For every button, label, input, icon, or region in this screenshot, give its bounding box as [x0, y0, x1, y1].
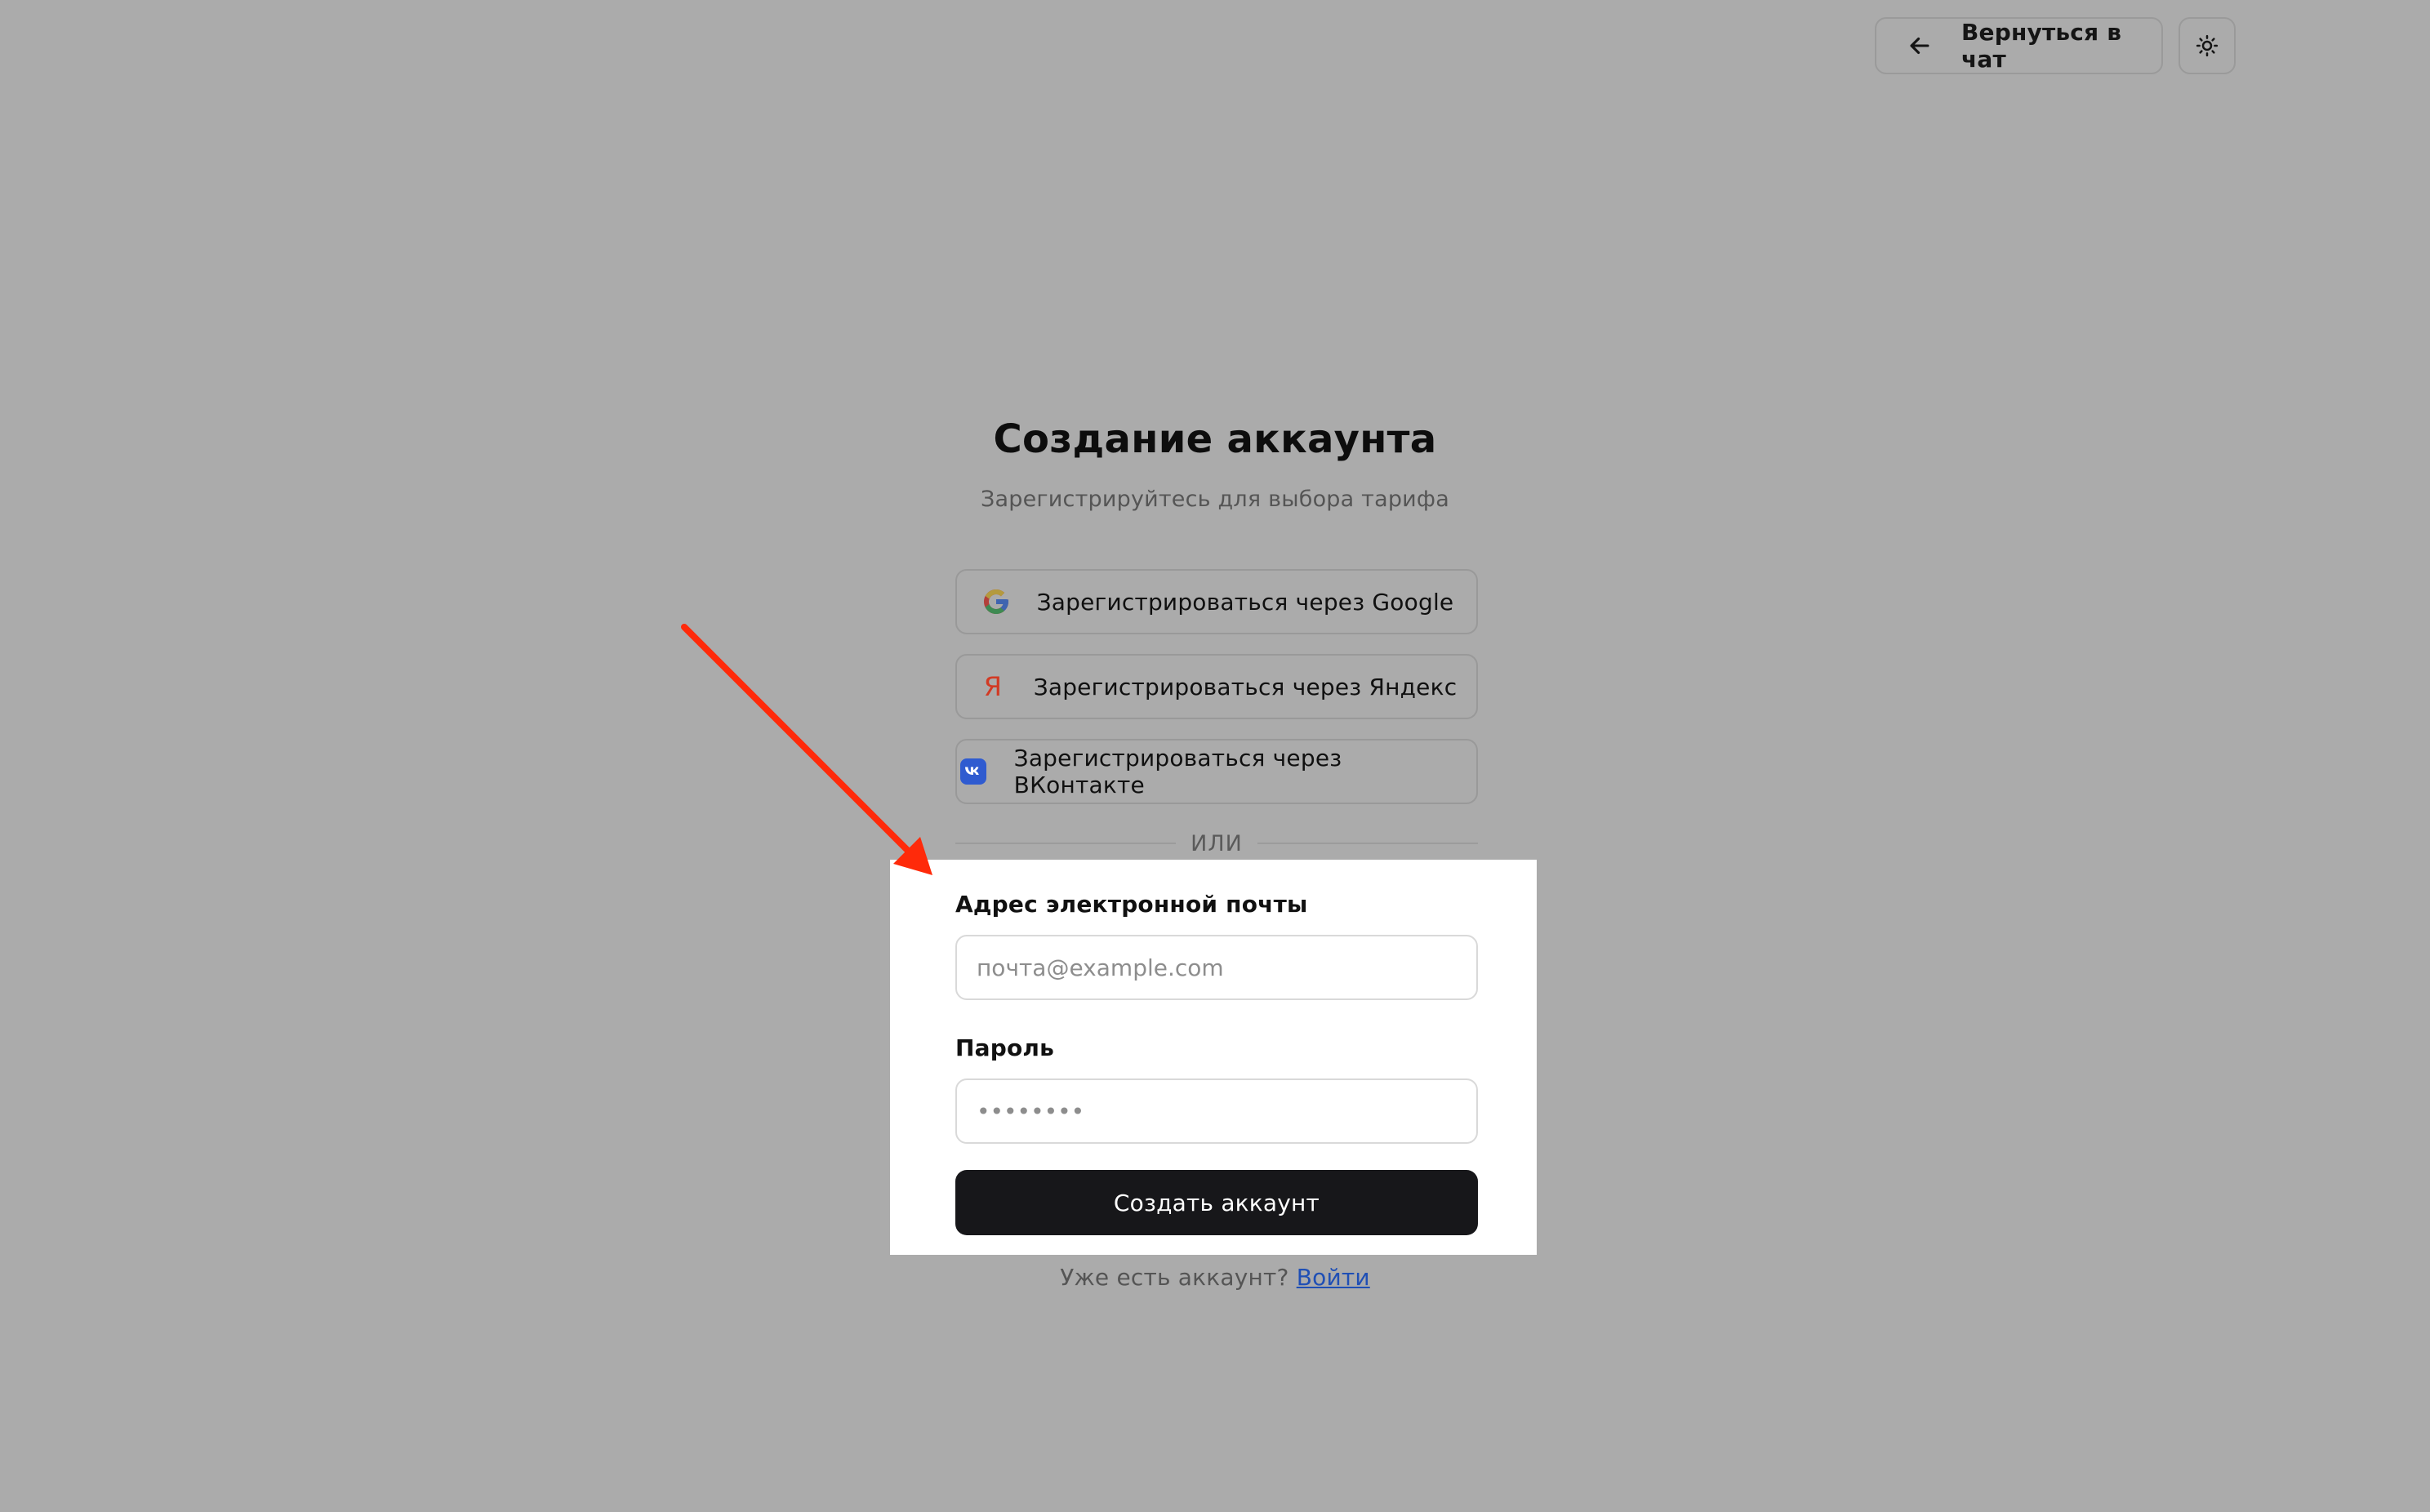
- login-link[interactable]: Войти: [1297, 1264, 1370, 1291]
- signup-page: Вернуться в чат Создание аккаунта Зареги…: [0, 0, 2430, 1512]
- page-subtitle: Зарегистрируйтесь для выбора тарифа: [981, 487, 1449, 512]
- google-signup-label: Зарегистрироваться через Google: [1036, 588, 1454, 616]
- page-title: Создание аккаунта: [993, 416, 1437, 462]
- login-prompt: Уже есть аккаунт? Войти: [0, 1264, 2430, 1291]
- arrow-left-icon: [1906, 32, 1934, 60]
- password-label: Пароль: [955, 1034, 1055, 1061]
- yandex-signup-label: Зарегистрироваться через Яндекс: [1033, 673, 1458, 700]
- theme-toggle-button[interactable]: [2179, 17, 2236, 74]
- yandex-signup-button[interactable]: Я Зарегистрироваться через Яндекс: [955, 654, 1478, 719]
- create-account-button[interactable]: Создать аккаунт: [955, 1170, 1478, 1235]
- divider-line-left: [955, 843, 1177, 844]
- back-to-chat-label: Вернуться в чат: [1961, 19, 2122, 73]
- divider-line-right: [1257, 843, 1479, 844]
- google-icon: [980, 585, 1012, 618]
- or-divider: ИЛИ: [955, 829, 1479, 858]
- login-prompt-text: Уже есть аккаунт?: [1060, 1264, 1289, 1291]
- or-text: ИЛИ: [1191, 830, 1243, 856]
- email-signup-form: Адрес электронной почты Пароль Создать а…: [890, 860, 1537, 1255]
- svg-text:Я: Я: [983, 672, 1001, 701]
- vk-icon: [957, 755, 990, 788]
- yandex-icon: Я: [977, 670, 1009, 703]
- password-field[interactable]: [955, 1078, 1478, 1144]
- back-to-chat-button[interactable]: Вернуться в чат: [1875, 17, 2163, 74]
- email-label: Адрес электронной почты: [955, 891, 1308, 918]
- vk-signup-button[interactable]: Зарегистрироваться через ВКонтакте: [955, 739, 1478, 804]
- email-field[interactable]: [955, 935, 1478, 1000]
- google-signup-button[interactable]: Зарегистрироваться через Google: [955, 569, 1478, 634]
- vk-signup-label: Зарегистрироваться через ВКонтакте: [1013, 745, 1342, 798]
- sun-icon: [2195, 33, 2219, 58]
